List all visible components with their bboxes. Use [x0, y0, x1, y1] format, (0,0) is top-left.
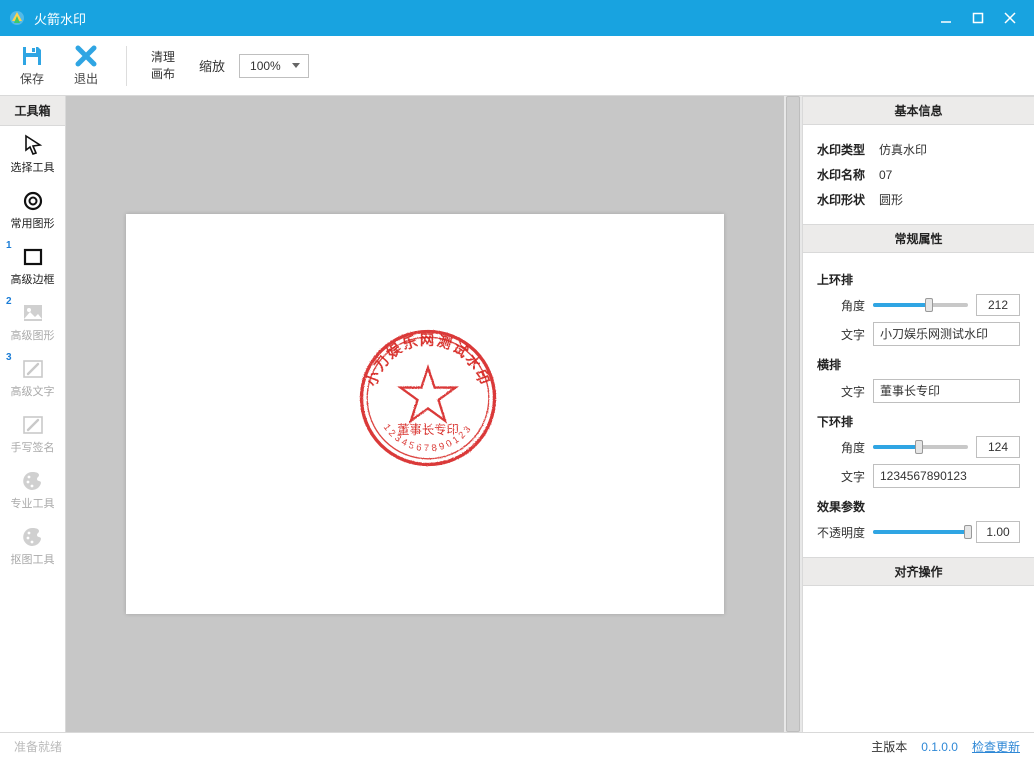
titlebar: 火箭水印 [0, 0, 1034, 36]
svg-text:董事长专印: 董事长专印 [397, 422, 459, 437]
tool-advanced-shape[interactable]: 2 高级图形 [0, 294, 65, 350]
tool-select[interactable]: 选择工具 [0, 126, 65, 182]
upper-arc-group: 上环排 [817, 271, 1020, 288]
align-ops-header: 对齐操作 [803, 557, 1034, 586]
save-label: 保存 [20, 70, 44, 87]
text-frame-icon [21, 357, 45, 381]
close-button[interactable] [994, 0, 1026, 36]
toolbox: 工具箱 选择工具 常用图形 1 高级边框 2 高级图形 3 高级文字 手写签名 [0, 96, 66, 732]
stamp-preview[interactable]: 小刀娱乐网测试水印 1234567890123 董事长专印 [352, 322, 504, 474]
upper-angle-slider[interactable] [873, 303, 968, 307]
tool-advanced-border[interactable]: 1 高级边框 [0, 238, 65, 294]
save-icon [20, 44, 44, 68]
svg-text:小刀娱乐网测试水印: 小刀娱乐网测试水印 [363, 331, 494, 388]
basic-info-header: 基本信息 [803, 96, 1034, 125]
status-ready: 准备就绪 [14, 738, 62, 755]
lower-angle-slider[interactable] [873, 445, 968, 449]
effect-group: 效果参数 [817, 498, 1020, 515]
upper-angle-input[interactable]: 212 [976, 294, 1020, 316]
minimize-button[interactable] [930, 0, 962, 36]
opacity-input[interactable]: 1.00 [976, 521, 1020, 543]
watermark-name-value: 07 [879, 168, 892, 182]
regular-props-header: 常规属性 [803, 224, 1034, 253]
exit-label: 退出 [74, 70, 98, 87]
tool-cutout[interactable]: 抠图工具 [0, 518, 65, 574]
zoom-select[interactable]: 100% [239, 54, 309, 78]
canvas-area: 小刀娱乐网测试水印 1234567890123 董事长专印 [66, 96, 802, 732]
check-update-link[interactable]: 检查更新 [972, 738, 1020, 755]
caret-down-icon [292, 63, 300, 68]
watermark-shape-value: 圆形 [879, 191, 903, 208]
tool-pro-tools[interactable]: 专业工具 [0, 462, 65, 518]
horizontal-group: 横排 [817, 356, 1020, 373]
clear-canvas-button[interactable]: 清理 画布 [147, 49, 179, 81]
toolbar-divider [126, 46, 127, 86]
tool-advanced-text[interactable]: 3 高级文字 [0, 350, 65, 406]
version-value: 0.1.0.0 [921, 740, 958, 754]
border-rect-icon [21, 245, 45, 269]
maximize-button[interactable] [962, 0, 994, 36]
lower-arc-group: 下环排 [817, 413, 1020, 430]
vertical-scrollbar[interactable] [784, 96, 802, 732]
zoom-value: 100% [250, 59, 281, 73]
version-label: 主版本 [871, 738, 907, 755]
image-icon [21, 301, 45, 325]
lower-text-input[interactable]: 1234567890123 [873, 464, 1020, 488]
opacity-slider[interactable] [873, 530, 968, 534]
window-title: 火箭水印 [34, 9, 86, 28]
exit-icon [74, 44, 98, 68]
tool-common-shapes[interactable]: 常用图形 [0, 182, 65, 238]
tool-handwrite-sign[interactable]: 手写签名 [0, 406, 65, 462]
horizontal-text-input[interactable]: 董事长专印 [873, 379, 1020, 403]
pencil-frame-icon [21, 413, 45, 437]
properties-panel: 基本信息 水印类型仿真水印 水印名称07 水印形状圆形 常规属性 上环排 角度 … [802, 96, 1034, 732]
shapes-icon [21, 189, 45, 213]
save-button[interactable]: 保存 [12, 44, 52, 87]
palette-icon [21, 469, 45, 493]
toolbox-header: 工具箱 [0, 96, 65, 126]
app-logo-icon [8, 9, 26, 27]
palette-icon [21, 525, 45, 549]
zoom-label: 缩放 [199, 56, 225, 75]
main-toolbar: 保存 退出 清理 画布 缩放 100% [0, 36, 1034, 96]
cursor-icon [21, 133, 45, 157]
status-bar: 准备就绪 主版本 0.1.0.0 检查更新 [0, 732, 1034, 760]
lower-angle-input[interactable]: 124 [976, 436, 1020, 458]
exit-button[interactable]: 退出 [66, 44, 106, 87]
watermark-type-value: 仿真水印 [879, 141, 927, 158]
upper-text-input[interactable]: 小刀娱乐网测试水印 [873, 322, 1020, 346]
canvas-page[interactable]: 小刀娱乐网测试水印 1234567890123 董事长专印 [126, 214, 724, 614]
